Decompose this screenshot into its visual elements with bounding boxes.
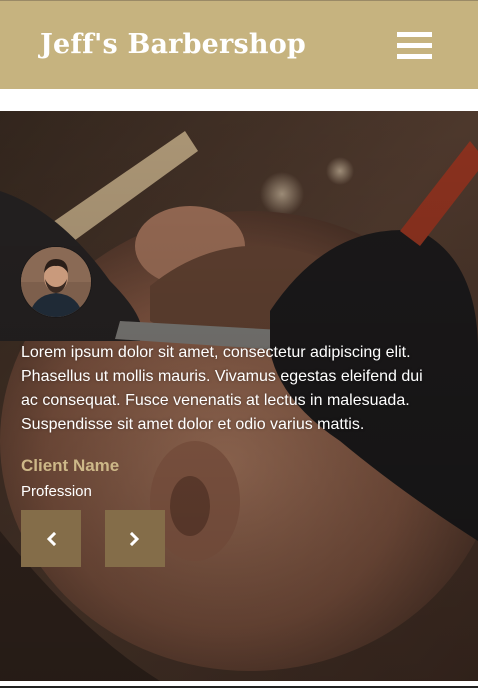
testimonial-quote: Lorem ipsum dolor sit amet, consectetur …: [21, 344, 423, 433]
bottom-border: [0, 686, 478, 688]
hamburger-menu-icon[interactable]: [397, 32, 432, 60]
client-avatar: [21, 247, 91, 317]
brand-title[interactable]: Jeff's Barbershop: [40, 29, 306, 60]
testimonial-section: Lorem ipsum dolor sit amet, consectetur …: [0, 111, 478, 681]
chevron-right-icon: [129, 532, 140, 546]
hamburger-bar: [397, 54, 432, 59]
site-header: Jeff's Barbershop: [0, 1, 478, 89]
next-testimonial-button[interactable]: [105, 510, 165, 567]
previous-testimonial-button[interactable]: [21, 510, 81, 567]
client-name: Client Name: [21, 456, 120, 475]
hamburger-bar: [397, 43, 432, 48]
hamburger-bar: [397, 32, 432, 37]
client-profession: Profession: [21, 483, 92, 500]
chevron-left-icon: [46, 532, 57, 546]
